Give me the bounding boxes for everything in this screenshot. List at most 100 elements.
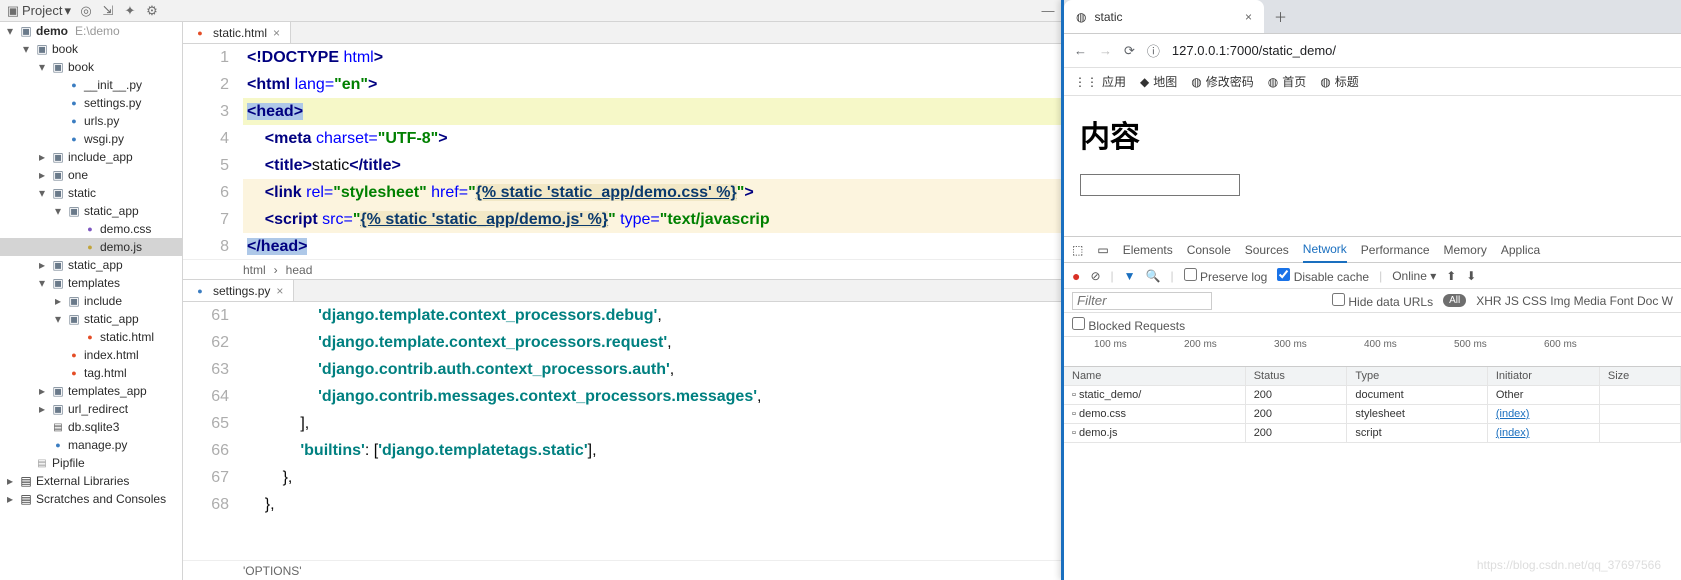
device-icon[interactable]: ▭: [1097, 243, 1108, 257]
type-js[interactable]: JS: [1502, 294, 1519, 308]
upload-icon[interactable]: ⬆: [1446, 269, 1456, 283]
globe-icon: ◍: [1076, 10, 1086, 24]
type-font[interactable]: Font: [1606, 294, 1633, 308]
type-w[interactable]: W: [1658, 294, 1673, 308]
info-icon[interactable]: ⓘ: [1147, 41, 1160, 60]
code-bot[interactable]: 'django.template.context_processors.debu…: [243, 302, 1061, 560]
bookmark-修改密码[interactable]: ◍修改密码: [1191, 73, 1254, 90]
bookmark-标题[interactable]: ◍标题: [1320, 73, 1359, 90]
devtools-tab-sources[interactable]: Sources: [1245, 243, 1289, 257]
tree-item-book[interactable]: ▾▣book: [0, 58, 182, 76]
tree-item-templates[interactable]: ▾▣templates: [0, 274, 182, 292]
devtools-tab-console[interactable]: Console: [1187, 243, 1231, 257]
tree-item-url_redirect[interactable]: ▸▣url_redirect: [0, 400, 182, 418]
project-tree[interactable]: ▾▣demoE:\demo▾▣book▾▣book__init__.pysett…: [0, 22, 183, 580]
clear-icon[interactable]: ⊘: [1090, 269, 1100, 283]
tree-item-one[interactable]: ▸▣one: [0, 166, 182, 184]
project-dropdown[interactable]: ▣ Project ▾: [6, 3, 71, 19]
search-icon[interactable]: 🔍: [1146, 269, 1161, 283]
html-icon: [193, 26, 207, 40]
bookmark-应用[interactable]: ⋮⋮应用: [1074, 73, 1126, 90]
url-field[interactable]: 127.0.0.1:7000/static_demo/: [1172, 43, 1671, 58]
type-img[interactable]: Img: [1547, 294, 1570, 308]
devtools-tab-performance[interactable]: Performance: [1361, 243, 1430, 257]
type-xhr[interactable]: XHR: [1476, 294, 1501, 308]
new-tab-button[interactable]: ＋: [1264, 7, 1297, 26]
devtools-tab-memory[interactable]: Memory: [1444, 243, 1487, 257]
devtools-tab-elements[interactable]: Elements: [1123, 243, 1173, 257]
browser-tab[interactable]: ◍ static ×: [1064, 0, 1264, 33]
tree-item-db-sqlite3[interactable]: db.sqlite3: [0, 418, 182, 436]
close-icon[interactable]: ×: [273, 26, 280, 40]
tree-item-static_app[interactable]: ▾▣static_app: [0, 310, 182, 328]
project-label: Project: [22, 3, 62, 18]
tree-item-static_app[interactable]: ▾▣static_app: [0, 202, 182, 220]
tree-item-demo-js[interactable]: demo.js: [0, 238, 182, 256]
tree-item-tag-html[interactable]: tag.html: [0, 364, 182, 382]
network-timeline[interactable]: 100 ms200 ms300 ms400 ms500 ms600 ms: [1064, 337, 1681, 367]
network-row[interactable]: ▫ static_demo/200documentOther: [1064, 386, 1681, 405]
inspect-icon[interactable]: ⬚: [1072, 243, 1083, 257]
hide-data-urls-checkbox[interactable]: Hide data URLs: [1332, 293, 1433, 309]
tree-root[interactable]: ▾▣demoE:\demo: [0, 22, 182, 40]
record-icon[interactable]: ●: [1072, 268, 1080, 284]
tree-item-index-html[interactable]: index.html: [0, 346, 182, 364]
tab-static-html[interactable]: static.html ×: [183, 22, 291, 43]
tree-scratches[interactable]: ▸▤Scratches and Consoles: [0, 490, 182, 508]
type-css[interactable]: CSS: [1519, 294, 1547, 308]
throttle-select[interactable]: Online ▾: [1392, 269, 1436, 283]
network-row[interactable]: ▫ demo.css200stylesheet(index): [1064, 405, 1681, 424]
disable-cache-checkbox[interactable]: Disable cache: [1277, 268, 1369, 284]
tree-external[interactable]: ▸▤External Libraries: [0, 472, 182, 490]
breadcrumb-bot[interactable]: 'OPTIONS': [183, 560, 1061, 580]
tree-item-__init__-py[interactable]: __init__.py: [0, 76, 182, 94]
download-icon[interactable]: ⬇: [1466, 269, 1476, 283]
tree-item-static[interactable]: ▾▣static: [0, 184, 182, 202]
tree-item-Pipfile[interactable]: Pipfile: [0, 454, 182, 472]
funnel-icon[interactable]: ▼: [1124, 269, 1136, 283]
network-table[interactable]: NameStatusTypeInitiatorSize▫ static_demo…: [1064, 367, 1681, 580]
tree-item-demo-css[interactable]: demo.css: [0, 220, 182, 238]
gutter-top: 12345678: [183, 44, 243, 259]
expand-icon[interactable]: ⇲: [101, 4, 115, 18]
gear-icon[interactable]: ⚙: [145, 4, 159, 18]
reload-icon[interactable]: ⟳: [1124, 43, 1135, 59]
tab-label: settings.py: [213, 284, 270, 298]
filter-input[interactable]: [1072, 292, 1212, 310]
tree-item-static-html[interactable]: static.html: [0, 328, 182, 346]
tab-settings-py[interactable]: settings.py ×: [183, 280, 294, 301]
tree-item-book[interactable]: ▾▣book: [0, 40, 182, 58]
type-doc[interactable]: Doc: [1634, 294, 1659, 308]
collapse-icon[interactable]: ✦: [123, 4, 137, 18]
code-top[interactable]: <!DOCTYPE html><html lang="en"><head> <m…: [243, 44, 1061, 259]
close-icon[interactable]: ×: [1245, 10, 1252, 24]
target-icon[interactable]: ◎: [79, 4, 93, 18]
tree-item-manage-py[interactable]: manage.py: [0, 436, 182, 454]
network-row[interactable]: ▫ demo.js200script(index): [1064, 424, 1681, 443]
devtools-tab-network[interactable]: Network: [1303, 237, 1347, 263]
type-all-pill[interactable]: All: [1443, 294, 1466, 307]
tree-item-settings-py[interactable]: settings.py: [0, 94, 182, 112]
close-icon[interactable]: ×: [276, 284, 283, 298]
devtools: ⬚ ▭ Elements Console Sources Network Perform…: [1064, 236, 1681, 580]
ide-toolbar: ▣ Project ▾ ◎ ⇲ ✦ ⚙ —: [0, 0, 1061, 22]
tab-label: static.html: [213, 26, 267, 40]
preserve-log-checkbox[interactable]: Preserve log: [1184, 268, 1268, 284]
maps-icon: ◆: [1140, 75, 1149, 89]
text-input[interactable]: [1080, 174, 1240, 196]
minimize-icon[interactable]: —: [1041, 4, 1055, 18]
type-media[interactable]: Media: [1570, 294, 1606, 308]
devtools-tab-applica[interactable]: Applica: [1501, 243, 1540, 257]
bookmark-地图[interactable]: ◆地图: [1140, 73, 1177, 90]
forward-icon[interactable]: →: [1099, 43, 1112, 58]
blocked-requests-checkbox[interactable]: Blocked Requests: [1072, 317, 1185, 333]
tree-item-templates_app[interactable]: ▸▣templates_app: [0, 382, 182, 400]
tree-item-wsgi-py[interactable]: wsgi.py: [0, 130, 182, 148]
back-icon[interactable]: ←: [1074, 43, 1087, 58]
breadcrumb-top[interactable]: html › head: [183, 259, 1061, 279]
tree-item-include[interactable]: ▸▣include: [0, 292, 182, 310]
bookmark-首页[interactable]: ◍首页: [1268, 73, 1307, 90]
tree-item-urls-py[interactable]: urls.py: [0, 112, 182, 130]
tree-item-static_app[interactable]: ▸▣static_app: [0, 256, 182, 274]
tree-item-include_app[interactable]: ▸▣include_app: [0, 148, 182, 166]
